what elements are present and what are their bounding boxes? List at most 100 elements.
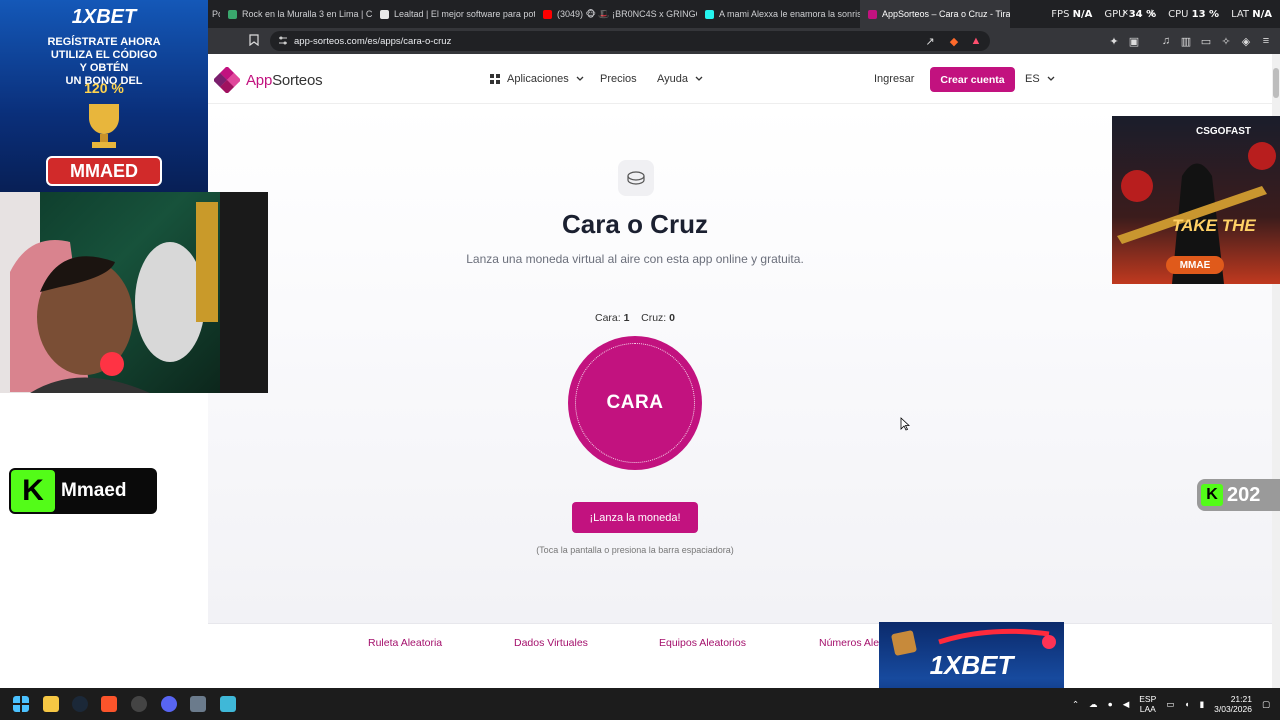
tab-label: (3049) 🐵 🎩 ¡BR0NC4S x GRINGO F [557,8,697,19]
coin[interactable]: CARA [568,336,702,470]
link-ruleta[interactable]: Ruleta Aleatoria [368,637,442,649]
tails-count: 0 [669,312,675,324]
brave-browser-icon[interactable] [101,696,117,712]
tab-label: AppSorteos – Cara o Cruz - Tira [882,9,1010,19]
nav-aplicaciones[interactable]: Aplicaciones [490,54,584,104]
gpu-stat: GPU 34 % [1104,8,1157,20]
trophy-icon [89,104,119,148]
grid-icon [490,74,500,84]
logo-text: AppSorteos [246,71,323,89]
brave-rewards-icon[interactable]: ▲ [968,33,984,49]
tab-label: Rock en la Muralla 3 en Lima | Comp [242,9,372,19]
csgofast-banner-ad: CSGOFAST TAKE THE MMAE [1112,116,1280,284]
tiktok-icon [705,9,714,19]
bookmark-icon[interactable] [246,32,262,48]
hint-text: (Toca la pantalla o presiona la barra es… [536,545,734,555]
wallet-icon[interactable]: ▭ [1198,33,1214,49]
media-icon[interactable]: ♫ [1158,33,1174,49]
screenshot-icon[interactable]: ▣ [1126,33,1142,49]
youtube-icon [543,9,552,19]
nav-label: Aplicaciones [507,73,569,85]
page-title: Cara o Cruz [562,209,708,239]
windows-start-icon[interactable] [13,696,29,712]
sidebar-icon[interactable]: ▥ [1178,33,1194,49]
kick-logo-icon: K [11,470,55,512]
ad-brand: 1XBET [929,650,1014,680]
kick-channel-badge: K Mmaed [9,468,157,514]
kick-username: Mmaed [61,480,127,501]
tab-label: Por Amar A Ciegas - YouTube [212,9,220,19]
chevron-down-icon [695,76,703,81]
notifications-icon[interactable]: ▢ [1262,699,1270,710]
nav-ayuda[interactable]: Ayuda [657,54,703,104]
battery-icon[interactable]: ▮ [1199,699,1204,710]
steam-icon[interactable] [72,696,88,712]
browser-tab[interactable]: (3049) 🐵 🎩 ¡BR0NC4S x GRINGO F [535,0,697,28]
volume-icon[interactable]: ◀ [1123,699,1130,710]
link-dados[interactable]: Dados Virtuales [514,637,588,649]
link-equipos[interactable]: Equipos Aleatorios [659,637,746,649]
windows-taskbar: ⌃ ☁ ● ◀ ESP LAA ▭ ◖ ▮ 21:21 3/03/2026 ▢ [0,688,1280,720]
score-counter: Cara: 1 Cruz: 0 [208,312,1062,324]
network-icon[interactable]: ▭ [1166,699,1174,710]
heads-label: Cara: [595,312,621,324]
brave-shield-icon[interactable]: ◆ [946,33,962,49]
login-link[interactable]: Ingresar [874,54,914,104]
site-logo[interactable]: AppSorteos [214,67,323,93]
mouse-cursor-icon [900,417,910,431]
speaker-icon[interactable]: ◖ [1184,699,1189,709]
calculator-icon[interactable] [190,696,206,712]
ad-promo-code: MMAE [1166,256,1224,274]
page-subtitle: Lanza una moneda virtual al aire con est… [466,252,804,266]
chevron-down-icon [576,76,584,81]
create-account-button[interactable]: Crear cuenta [930,67,1015,92]
file-explorer-icon[interactable] [43,696,59,712]
browser-tab[interactable]: Lealtad | El mejor software para pote [372,0,535,28]
system-tray: ⌃ ☁ ● ◀ ESP LAA ▭ ◖ ▮ 21:21 3/03/2026 ▢ [1072,688,1280,720]
ad-slogan: TAKE THE [1172,216,1256,235]
language-selector[interactable]: ES [1025,54,1055,104]
tab-favicon-icon [380,9,389,19]
browser-tab[interactable]: A mami Alexxa le enamora la sonrisa [697,0,860,28]
extensions-icon[interactable]: ✦ [1106,33,1122,49]
clock[interactable]: 21:21 3/03/2026 [1214,694,1252,714]
ad-brand: 1XBET [71,6,137,28]
site-settings-icon[interactable] [278,35,288,49]
flip-coin-button[interactable]: ¡Lanza la moneda! [572,502,698,533]
url-field[interactable]: app-sorteos.com/es/apps/cara-o-cruz [270,31,990,51]
tab-label: A mami Alexxa le enamora la sonrisa [719,9,860,19]
kick-logo-icon: K [1201,484,1223,506]
url-text: app-sorteos.com/es/apps/cara-o-cruz [294,35,452,47]
leo-ai-icon[interactable]: ✧ [1218,33,1234,49]
link-numeros[interactable]: Números Ale [819,637,879,649]
nav-label: Precios [600,73,637,85]
appsorteos-logo-icon [214,67,240,93]
app-icon[interactable] [131,696,147,712]
discord-icon[interactable] [161,696,177,712]
onedrive-icon[interactable]: ☁ [1089,699,1098,710]
share-icon[interactable]: ↗ [922,33,938,49]
ad-bonus-percent: 120 % [84,80,124,96]
nav-label: Ayuda [657,73,688,85]
lat-stat: LAT N/A [1231,8,1272,20]
chevron-up-icon[interactable]: ⌃ [1072,699,1079,710]
microphone-icon[interactable]: ● [1108,699,1113,709]
browser-tab-active[interactable]: AppSorteos – Cara o Cruz - Tira [860,0,1010,28]
related-apps-bar: Ruleta Aleatoria Dados Virtuales Equipos… [208,623,1272,659]
screen: { "browser": { "tabs": [ {"label": "Por … [0,0,1280,720]
notepad-icon[interactable] [220,696,236,712]
vpn-icon[interactable]: ◈ [1238,33,1254,49]
ad-promo-code: MMAED [46,156,162,186]
menu-icon[interactable]: ≡ [1258,33,1274,49]
perf-overlay: FPS N/A GPU 34 % CPU 13 % LAT N/A [1051,0,1272,28]
kick-side-badge: K 202 [1197,479,1280,511]
appsorteos-favicon-icon [868,9,877,19]
browser-tab[interactable]: Rock en la Muralla 3 en Lima | Comp [220,0,372,28]
webcam-feed [0,192,268,393]
nav-precios[interactable]: Precios [600,54,637,104]
site-header: AppSorteos Aplicaciones Precios Ayuda In… [208,54,1272,104]
input-language[interactable]: ESP LAA [1139,694,1156,714]
fps-stat: FPS N/A [1051,8,1093,20]
tab-favicon-icon [228,9,237,19]
scroll-thumb[interactable] [1273,68,1279,98]
